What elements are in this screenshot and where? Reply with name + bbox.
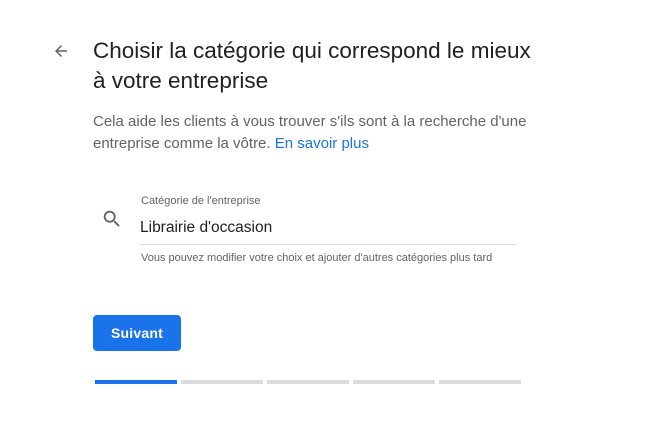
arrow-back-icon bbox=[52, 42, 70, 60]
search-icon bbox=[101, 208, 123, 230]
progress-segment bbox=[181, 380, 263, 384]
category-helper-text: Vous pouvez modifier votre choix et ajou… bbox=[141, 252, 493, 264]
progress-segment bbox=[95, 380, 177, 384]
page-subtitle: Cela aide les clients à vous trouver s'i… bbox=[93, 111, 533, 155]
progress-bar bbox=[95, 380, 521, 384]
back-button[interactable] bbox=[48, 38, 74, 64]
progress-segment bbox=[267, 380, 349, 384]
learn-more-link[interactable]: En savoir plus bbox=[275, 135, 369, 152]
category-input[interactable] bbox=[140, 215, 516, 245]
progress-segment bbox=[353, 380, 435, 384]
progress-segment bbox=[439, 380, 521, 384]
page-title: Choisir la catégorie qui correspond le m… bbox=[93, 38, 531, 93]
category-field-label: Catégorie de l'entreprise bbox=[141, 195, 261, 207]
next-button[interactable]: Suivant bbox=[93, 315, 181, 351]
